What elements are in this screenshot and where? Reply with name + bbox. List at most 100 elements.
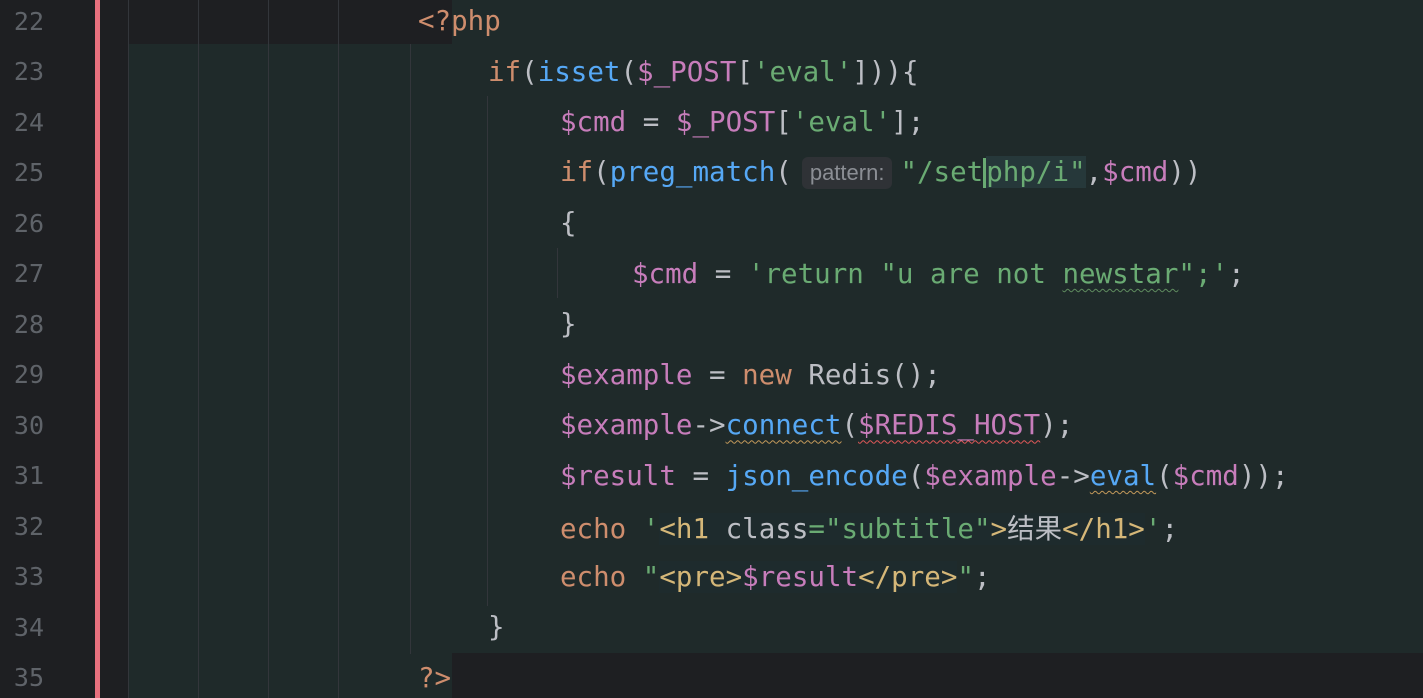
variable: $cmd <box>1172 459 1239 492</box>
variable: $cmd <box>632 257 699 290</box>
code-text: $example->connect($REDIS_HOST); <box>560 409 1073 441</box>
punct: , <box>1085 156 1103 189</box>
function-name: json_encode <box>725 459 908 492</box>
line-number[interactable]: 35 <box>0 663 44 692</box>
operator: = <box>626 106 676 139</box>
code-line[interactable]: 34 } <box>0 602 1423 653</box>
code-line[interactable]: 31 $result = json_encode($example->eval(… <box>0 451 1423 502</box>
code-text: echo "<pre>$result</pre>"; <box>560 560 991 593</box>
punct: ; <box>1161 513 1178 546</box>
code-text: $result = json_encode($example->eval($cm… <box>560 460 1289 492</box>
line-number[interactable]: 24 <box>0 108 44 137</box>
php-open-tag: <?php <box>418 5 501 38</box>
punct: ] <box>852 55 869 88</box>
code-editor[interactable]: 22 <?php 23 if(isset($_POST['eval'])){ 2… <box>0 0 1423 698</box>
variable: $cmd <box>560 106 627 139</box>
brace: } <box>560 308 577 341</box>
code-line[interactable]: 25 if(preg_match(pattern: "/set php/i",$cm… <box>0 148 1423 199</box>
variable: $example <box>560 409 693 442</box>
code-line[interactable]: 24 $cmd = $_POST['eval']; <box>0 97 1423 148</box>
punct: )); <box>1238 459 1289 492</box>
variable: $example <box>560 358 693 391</box>
keyword: new <box>742 358 792 391</box>
code-line[interactable]: 28 } <box>0 299 1423 350</box>
code-text: } <box>560 308 577 340</box>
punct: ( <box>907 459 925 492</box>
line-number[interactable]: 23 <box>0 57 44 86</box>
punct: ( <box>521 55 538 88</box>
php-close-tag: ?> <box>418 661 452 694</box>
class-name: Redis <box>791 358 892 391</box>
html-tag: > <box>990 513 1008 546</box>
line-number[interactable]: 33 <box>0 562 44 591</box>
code-text: <?php <box>418 5 501 37</box>
code-line[interactable]: 29 $example = new Redis(); <box>0 350 1423 401</box>
operator: = <box>698 257 748 290</box>
punct: ; <box>1228 257 1245 290</box>
code-line[interactable]: 30 $example->connect($REDIS_HOST); <box>0 400 1423 451</box>
operator: = <box>675 459 726 492</box>
line-number[interactable]: 26 <box>0 209 44 238</box>
punct: ; <box>973 560 991 593</box>
punct: )){ <box>868 55 919 88</box>
line-number[interactable]: 27 <box>0 259 44 288</box>
variable: $_POST <box>637 55 737 88</box>
string: 'eval' <box>791 106 892 139</box>
line-number[interactable]: 22 <box>0 7 44 36</box>
variable: $result <box>742 560 859 593</box>
code-text: $example = new Redis(); <box>560 359 941 391</box>
punct: ( <box>620 55 638 88</box>
code-text: } <box>488 611 505 643</box>
punct: [ <box>775 106 792 139</box>
line-number[interactable]: 30 <box>0 411 44 440</box>
punct: ); <box>1040 409 1074 442</box>
function-name: eval <box>1089 459 1157 492</box>
line-number[interactable]: 25 <box>0 158 44 187</box>
code-text: if(isset($_POST['eval'])){ <box>488 56 919 88</box>
html-attribute: class <box>709 513 809 546</box>
html-tag: <h1 <box>659 513 710 546</box>
brace: { <box>560 207 577 240</box>
code-line[interactable]: 35 ?> <box>0 653 1423 698</box>
line-number[interactable]: 28 <box>0 310 44 339</box>
line-number[interactable]: 32 <box>0 512 44 541</box>
punct: ( <box>593 156 610 189</box>
string-quote: ' <box>1144 513 1162 546</box>
string: ";' <box>1178 257 1229 290</box>
line-number[interactable]: 29 <box>0 360 44 389</box>
keyword: if <box>560 156 594 189</box>
string: 'return "u are not <box>747 257 1063 290</box>
operator: -> <box>692 409 726 442</box>
line-number[interactable]: 34 <box>0 613 44 642</box>
string-quote: " <box>642 560 660 593</box>
code-line[interactable]: 22 <?php <box>0 0 1423 47</box>
code-line[interactable]: 26 { <box>0 198 1423 249</box>
string-quote: " <box>957 560 974 593</box>
punct: ]; <box>891 106 925 139</box>
string: 'eval' <box>752 55 853 88</box>
variable: $result <box>560 459 676 492</box>
code-text: ?> <box>418 662 451 694</box>
operator: = <box>808 513 825 546</box>
code-text: $cmd = 'return "u are not newstar";'; <box>632 258 1245 290</box>
html-attribute-value: "subtitle" <box>824 513 991 546</box>
code-line[interactable]: 33 echo "<pre>$result</pre>"; <box>0 552 1423 603</box>
code-line[interactable]: 32 echo '<h1 class="subtitle">结果</h1>'; <box>0 501 1423 552</box>
html-tag: <pre> <box>659 560 743 593</box>
string: php/i" <box>986 156 1086 189</box>
keyword: if <box>488 55 522 88</box>
undefined-variable: $REDIS_HOST <box>858 409 1041 442</box>
code-text: $cmd = $_POST['eval']; <box>560 106 924 138</box>
code-line[interactable]: 23 if(isset($_POST['eval'])){ <box>0 47 1423 98</box>
code-text: { <box>560 207 577 239</box>
function-name: connect <box>725 409 842 442</box>
function-name: preg_match <box>609 156 776 189</box>
code-text: echo '<h1 class="subtitle">结果</h1>'; <box>560 506 1178 546</box>
line-number[interactable]: 31 <box>0 461 44 490</box>
punct: ( <box>841 409 859 442</box>
operator: -> <box>1056 459 1090 492</box>
keyword: echo <box>560 513 627 546</box>
code-line[interactable]: 27 $cmd = 'return "u are not newstar";'; <box>0 249 1423 300</box>
